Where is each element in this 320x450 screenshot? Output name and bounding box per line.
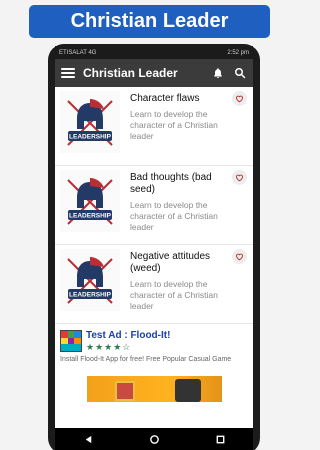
leadership-logo: LEADERSHIP xyxy=(60,91,120,153)
carrier-label: ETISALAT 4G xyxy=(59,49,97,56)
app-bar: Christian Leader xyxy=(55,59,253,87)
list-item[interactable]: LEADERSHIP Character flaws Learn to deve… xyxy=(55,87,253,166)
floodit-app-icon xyxy=(60,330,82,352)
promo-banner: Christian Leader xyxy=(29,5,270,38)
rating-stars: ★★★★☆ xyxy=(86,342,132,352)
status-time: 2:52 pm xyxy=(227,49,249,56)
home-icon[interactable] xyxy=(147,432,161,446)
list-item[interactable]: LEADERSHIP Bad thoughts (bad seed) Learn… xyxy=(55,166,253,245)
ad-banner[interactable]: Test Ad : Flood-It! ★★★★☆ Install Flood-… xyxy=(55,324,253,408)
item-title: Negative attitudes (weed) xyxy=(130,251,211,274)
notification-bell-icon[interactable] xyxy=(211,66,225,80)
logo-badge-text: LEADERSHIP xyxy=(69,292,112,299)
menu-icon[interactable] xyxy=(61,68,75,78)
promo-title: Christian Leader xyxy=(70,10,229,32)
recents-icon[interactable] xyxy=(213,432,227,446)
app-title: Christian Leader xyxy=(83,66,178,80)
ad-title[interactable]: Test Ad : Flood-It! xyxy=(86,330,170,342)
system-nav-bar xyxy=(55,428,253,450)
item-description: Learn to develop the character of a Chri… xyxy=(130,279,218,311)
back-icon[interactable] xyxy=(81,432,95,446)
app-screen: ETISALAT 4G 2:52 pm Christian Leader LEA… xyxy=(55,46,253,450)
list-item[interactable]: LEADERSHIP Negative attitudes (weed) Lea… xyxy=(55,245,253,324)
favorite-heart-icon[interactable] xyxy=(232,170,247,185)
favorite-heart-icon[interactable] xyxy=(232,91,247,106)
item-description: Learn to develop the character of a Chri… xyxy=(130,200,218,232)
leadership-logo: LEADERSHIP xyxy=(60,249,120,311)
leadership-logo: LEADERSHIP xyxy=(60,170,120,232)
item-title: Bad thoughts (bad seed) xyxy=(130,172,212,195)
search-icon[interactable] xyxy=(233,66,247,80)
item-title: Character flaws xyxy=(130,93,200,104)
ad-description: Install Flood-It App for free! Free Popu… xyxy=(60,356,232,363)
logo-badge-text: LEADERSHIP xyxy=(69,134,112,141)
item-description: Learn to develop the character of a Chri… xyxy=(130,109,218,141)
logo-badge-text: LEADERSHIP xyxy=(69,213,112,220)
topic-list: LEADERSHIP Character flaws Learn to deve… xyxy=(55,87,253,324)
ad-image[interactable] xyxy=(86,376,222,402)
favorite-heart-icon[interactable] xyxy=(232,249,247,264)
status-bar: ETISALAT 4G 2:52 pm xyxy=(55,46,253,59)
